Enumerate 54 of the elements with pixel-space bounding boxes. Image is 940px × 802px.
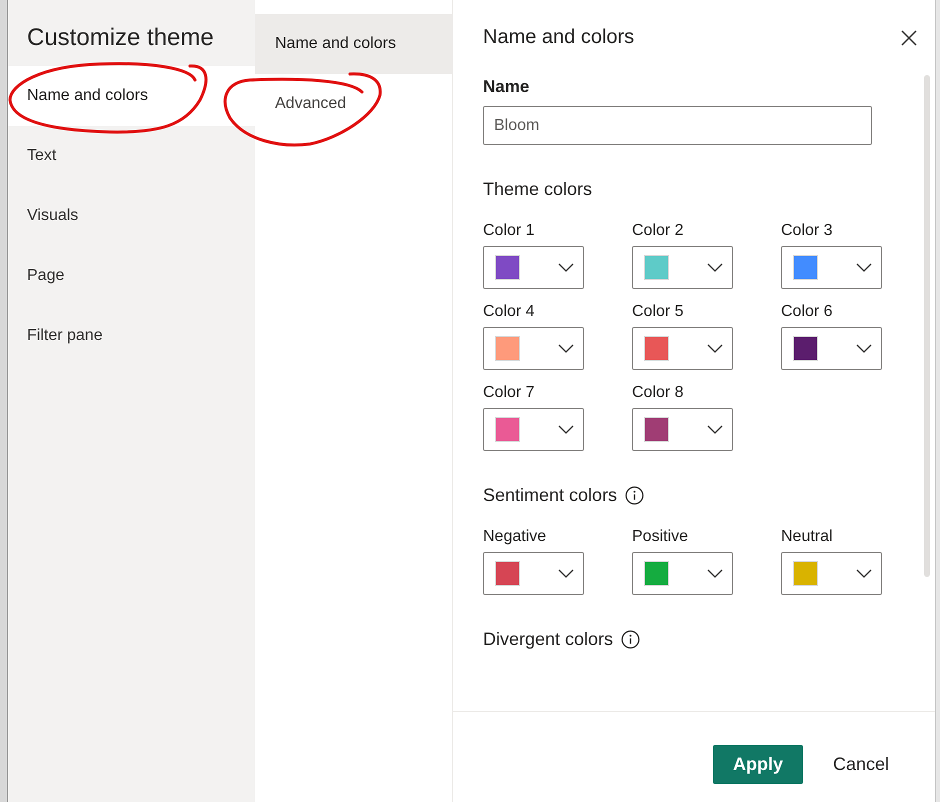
color-picker[interactable] bbox=[781, 246, 882, 289]
chevron-down-icon bbox=[856, 344, 872, 354]
color-label: Color 6 bbox=[781, 303, 834, 321]
chevron-down-icon bbox=[707, 424, 723, 434]
section-title: Sentiment colors bbox=[483, 485, 618, 506]
info-icon[interactable] bbox=[621, 630, 640, 649]
scrollbar[interactable] bbox=[924, 75, 930, 577]
dialog-title: Customize theme bbox=[26, 23, 215, 53]
chevron-down-icon bbox=[558, 262, 574, 272]
subnav-item[interactable]: Name and colors bbox=[255, 14, 452, 74]
color-label: Positive bbox=[632, 528, 690, 546]
color-picker[interactable] bbox=[483, 327, 584, 370]
section-title: Divergent colors bbox=[483, 629, 614, 650]
color-label: Color 1 bbox=[483, 222, 536, 240]
color-label: Neutral bbox=[781, 528, 834, 546]
chevron-down-icon bbox=[856, 568, 872, 578]
color-picker[interactable] bbox=[632, 327, 733, 370]
color-picker[interactable] bbox=[483, 408, 584, 451]
color-picker[interactable] bbox=[632, 408, 733, 451]
section-title: Theme colors bbox=[483, 179, 592, 200]
color-picker[interactable] bbox=[781, 327, 882, 370]
nav-item[interactable]: Page bbox=[8, 246, 255, 306]
nav-item[interactable]: Filter pane bbox=[8, 306, 255, 366]
chevron-down-icon bbox=[558, 568, 574, 578]
nav-item[interactable]: Name and colors bbox=[8, 66, 255, 126]
color-picker[interactable] bbox=[483, 246, 584, 289]
chevron-down-icon bbox=[558, 424, 574, 434]
info-icon[interactable] bbox=[625, 486, 644, 505]
close-icon bbox=[899, 28, 919, 48]
nav-item[interactable]: Visuals bbox=[8, 186, 255, 246]
chevron-down-icon bbox=[856, 262, 872, 272]
name-field[interactable]: Bloom bbox=[483, 106, 872, 145]
color-label: Color 7 bbox=[483, 384, 536, 402]
chevron-down-icon bbox=[707, 344, 723, 354]
color-label: Color 8 bbox=[632, 384, 685, 402]
nav-item[interactable]: Text bbox=[8, 126, 255, 186]
apply-button[interactable]: Apply bbox=[712, 745, 803, 784]
subnav-item[interactable]: Advanced bbox=[255, 74, 452, 134]
color-picker[interactable] bbox=[632, 246, 733, 289]
panel-title: Name and colors bbox=[483, 26, 634, 49]
cancel-button[interactable]: Cancel bbox=[832, 745, 889, 784]
color-picker[interactable] bbox=[632, 552, 733, 595]
color-label: Color 4 bbox=[483, 303, 536, 321]
field-label: Name bbox=[483, 77, 530, 97]
chevron-down-icon bbox=[707, 262, 723, 272]
chevron-down-icon bbox=[707, 568, 723, 578]
color-label: Color 5 bbox=[632, 303, 685, 321]
color-label: Negative bbox=[483, 528, 548, 546]
color-label: Color 2 bbox=[632, 222, 685, 240]
color-picker[interactable] bbox=[781, 552, 882, 595]
chevron-down-icon bbox=[558, 344, 574, 354]
color-picker[interactable] bbox=[483, 552, 584, 595]
close-button[interactable] bbox=[899, 28, 919, 48]
color-label: Color 3 bbox=[781, 222, 834, 240]
